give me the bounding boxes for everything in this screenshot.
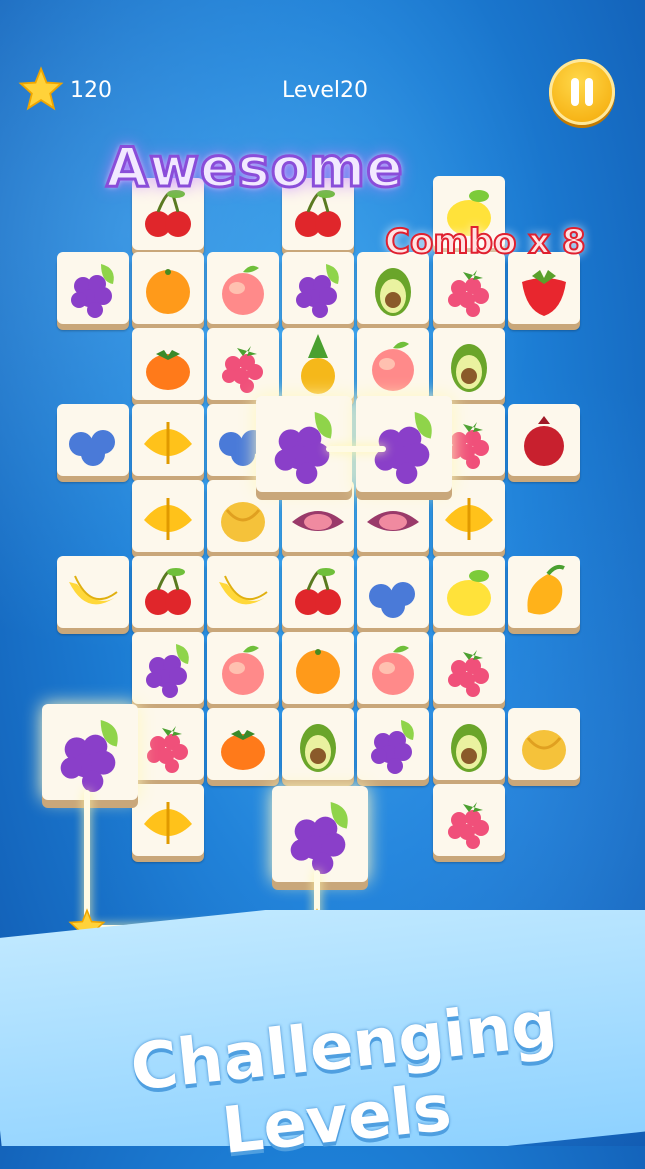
raspberry-icon — [448, 802, 489, 849]
tile-avocado[interactable] — [282, 708, 354, 788]
avocado-icon — [375, 268, 411, 316]
selected-tile-grapes[interactable] — [272, 786, 368, 892]
tile-starfruit[interactable] — [132, 784, 204, 864]
pineapple-icon — [301, 334, 335, 394]
avocado-icon — [451, 344, 487, 392]
grapes-icon — [71, 264, 114, 318]
cherries-icon — [145, 568, 191, 615]
grapes-icon — [146, 644, 189, 698]
tile-raspberry[interactable] — [433, 252, 505, 332]
tile-grapes[interactable] — [57, 252, 129, 332]
cherries-icon — [295, 568, 341, 615]
starfruit-icon — [144, 802, 192, 844]
peach-icon — [222, 645, 264, 695]
tile-blueberries[interactable] — [57, 404, 129, 484]
hud: 120 Level20 — [0, 0, 645, 125]
tile-peach[interactable] — [207, 252, 279, 332]
tile-persimmon[interactable] — [207, 708, 279, 788]
peach-icon — [372, 341, 414, 391]
strawberry-icon — [522, 270, 566, 316]
tile-raspberry[interactable] — [433, 784, 505, 864]
peach-icon — [222, 265, 264, 315]
level-indicator: Level20 — [281, 78, 369, 103]
grapes-icon — [290, 802, 348, 874]
pause-button[interactable] — [549, 59, 615, 125]
lemon-icon — [447, 570, 491, 616]
mango-icon — [527, 564, 565, 615]
orange-icon — [146, 269, 190, 314]
selected-link — [326, 446, 386, 452]
tile-lemon[interactable] — [433, 556, 505, 636]
tile-avocado[interactable] — [433, 708, 505, 788]
persimmon-icon — [146, 350, 190, 390]
tile-pomegranate[interactable] — [508, 404, 580, 484]
starfruit-icon — [144, 498, 192, 540]
tile-grapes[interactable] — [282, 252, 354, 332]
avocado-icon — [300, 724, 336, 772]
raspberry-icon — [448, 270, 489, 317]
pause-icon — [571, 78, 579, 106]
tile-peach[interactable] — [357, 632, 429, 712]
tile-melon[interactable] — [508, 708, 580, 788]
grapes-icon — [296, 264, 339, 318]
tile-raspberry[interactable] — [433, 632, 505, 712]
combo-text: Combo x 8 — [384, 221, 587, 263]
tile-peach[interactable] — [207, 632, 279, 712]
tile-persimmon[interactable] — [132, 328, 204, 408]
tile-avocado[interactable] — [357, 252, 429, 332]
tile-cherries[interactable] — [132, 556, 204, 636]
tile-banana[interactable] — [207, 556, 279, 636]
melon-icon — [522, 730, 566, 770]
orange-icon — [296, 649, 340, 694]
blueberries-icon — [69, 430, 115, 466]
grapes-icon — [371, 720, 414, 774]
raspberry-icon — [222, 346, 263, 393]
raspberry-icon — [448, 650, 489, 697]
tile-orange[interactable] — [132, 252, 204, 332]
star-count: 120 — [70, 78, 112, 103]
grapes-icon — [274, 412, 332, 484]
tile-orange[interactable] — [282, 632, 354, 712]
blueberries-icon — [369, 582, 415, 618]
banana-icon — [219, 575, 268, 605]
praise-text: Awesome — [105, 135, 404, 201]
starfruit-icon — [144, 422, 192, 464]
tile-grapes[interactable] — [132, 632, 204, 712]
pomegranate-icon — [524, 416, 564, 466]
star-icon — [18, 66, 64, 111]
tile-cherries[interactable] — [282, 556, 354, 636]
persimmon-icon — [221, 730, 265, 770]
tile-raspberry[interactable] — [132, 708, 204, 788]
grapes-icon — [60, 720, 118, 792]
tile-starfruit[interactable] — [132, 480, 204, 560]
banana-icon — [69, 575, 118, 605]
tile-blueberries[interactable] — [357, 556, 429, 636]
peach-icon — [372, 645, 414, 695]
raspberry-icon — [147, 726, 188, 773]
selected-tile-grapes[interactable] — [42, 704, 138, 810]
tile-starfruit[interactable] — [132, 404, 204, 484]
grapes-icon — [374, 412, 432, 484]
tile-mango[interactable] — [508, 556, 580, 636]
avocado-icon — [451, 724, 487, 772]
tile-grapes[interactable] — [357, 708, 429, 788]
tile-banana[interactable] — [57, 556, 129, 636]
tile-strawberry[interactable] — [508, 252, 580, 332]
